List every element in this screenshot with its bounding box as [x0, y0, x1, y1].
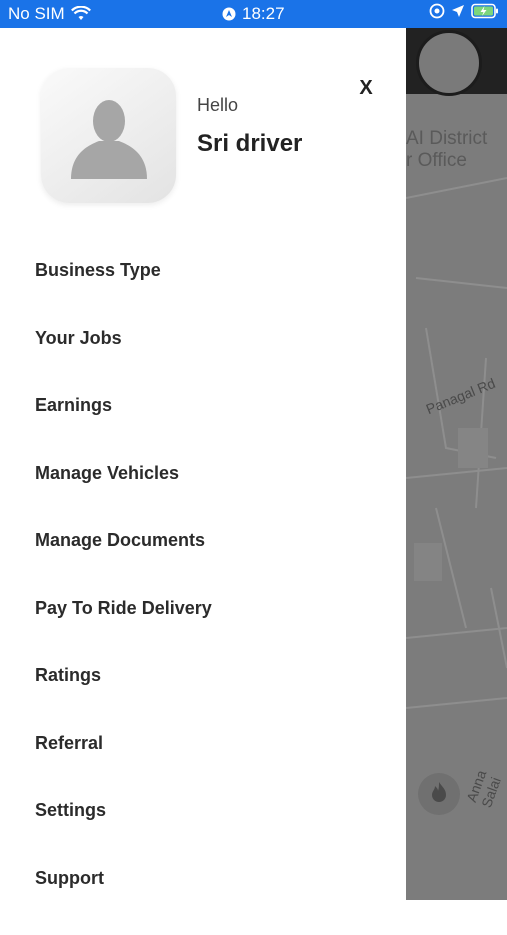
heatmap-button[interactable] — [418, 773, 460, 815]
wifi-icon — [71, 6, 91, 22]
menu-item-referral[interactable]: Referral — [35, 733, 375, 801]
battery-icon — [471, 3, 499, 19]
profile-avatar[interactable] — [41, 68, 176, 203]
user-name: Sri driver — [197, 130, 302, 158]
navigation-arrow-icon — [451, 4, 465, 18]
drawer-menu: Business Type Your Jobs Earnings Manage … — [35, 260, 375, 935]
close-drawer-button[interactable]: X — [354, 76, 378, 100]
map-place-label: AI District — [406, 128, 487, 150]
flame-icon — [429, 781, 449, 808]
menu-item-business-type[interactable]: Business Type — [35, 260, 375, 328]
menu-item-support[interactable]: Support — [35, 868, 375, 935]
greeting-text: Hello — [197, 95, 238, 116]
menu-item-ratings[interactable]: Ratings — [35, 665, 375, 733]
menu-item-manage-vehicles[interactable]: Manage Vehicles — [35, 463, 375, 531]
map-place-label-2: r Office — [406, 150, 467, 172]
carrier-label: No SIM — [8, 4, 65, 24]
clock-lock-icon — [429, 3, 445, 19]
location-icon — [222, 7, 236, 21]
menu-item-settings[interactable]: Settings — [35, 800, 375, 868]
menu-item-earnings[interactable]: Earnings — [35, 395, 375, 463]
navigation-drawer: Hello Sri driver X Business Type Your Jo… — [0, 28, 406, 900]
menu-item-your-jobs[interactable]: Your Jobs — [35, 328, 375, 396]
menu-item-pay-to-ride-delivery[interactable]: Pay To Ride Delivery — [35, 598, 375, 666]
avatar-placeholder-icon — [69, 83, 149, 188]
status-bar: No SIM 18:27 — [0, 0, 507, 28]
status-time: 18:27 — [242, 4, 285, 24]
map-view[interactable]: AI District r Office Panagal Rd Anna Sal… — [406, 28, 507, 900]
menu-item-manage-documents[interactable]: Manage Documents — [35, 530, 375, 598]
